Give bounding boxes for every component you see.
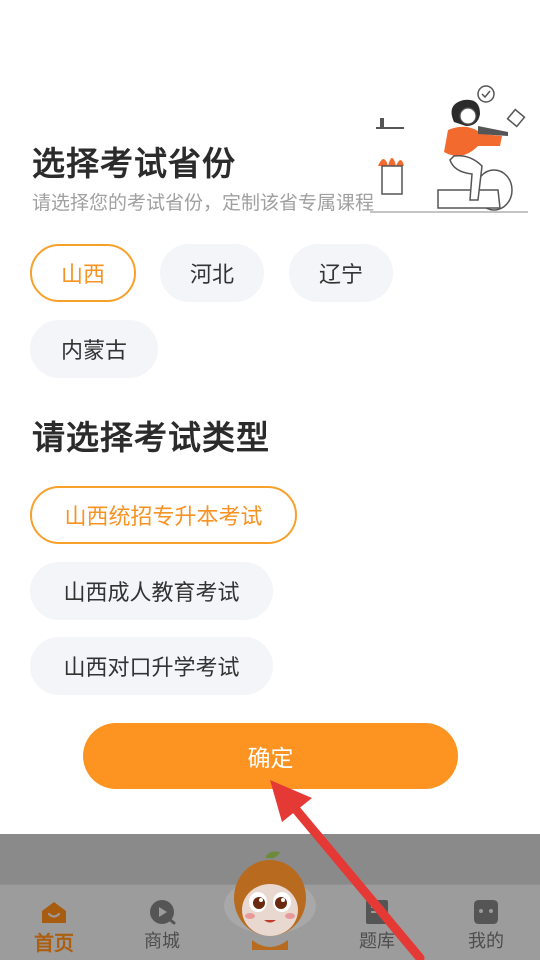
province-option-hebei[interactable]: 河北 [160, 244, 264, 302]
province-option-liaoning[interactable]: 辽宁 [289, 244, 393, 302]
exam-type-section-title: 请选择考试类型 [32, 418, 270, 457]
province-selection-sheet: 选择考试省份 请选择您的考试省份，定制该省专属课程 山西 河北 辽宁 内蒙古 请… [0, 0, 540, 834]
tab-home-label: 首页 [34, 931, 74, 955]
annotation-arrow [270, 780, 425, 960]
province-section-subtitle: 请选择您的考试省份，定制该省专属课程 [32, 192, 375, 214]
tab-home[interactable]: 首页 [9, 885, 99, 960]
province-option-neimenggu[interactable]: 内蒙古 [30, 320, 158, 378]
exam-type-option-duikou[interactable]: 山西对口升学考试 [30, 637, 273, 695]
exam-type-option-tongzhao[interactable]: 山西统招专升本考试 [30, 486, 297, 544]
province-section-title: 选择考试省份 [32, 144, 236, 183]
play-icon [150, 900, 176, 925]
profile-icon [474, 900, 498, 924]
exam-type-option-chengren[interactable]: 山西成人教育考试 [30, 562, 273, 620]
tab-mall-label: 商城 [144, 931, 180, 952]
tab-profile[interactable]: 我的 [441, 885, 531, 960]
tab-mall[interactable]: 商城 [117, 885, 207, 960]
home-icon [42, 902, 66, 923]
province-option-shanxi[interactable]: 山西 [30, 244, 136, 302]
tab-profile-label: 我的 [468, 931, 504, 952]
